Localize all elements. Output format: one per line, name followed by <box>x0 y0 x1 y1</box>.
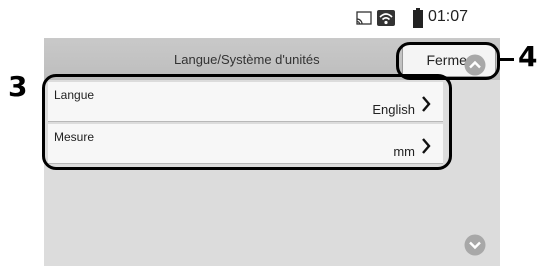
callout-number-list: 3 <box>8 70 28 103</box>
cast-icon <box>356 11 372 30</box>
clock: 01:07 <box>428 8 469 25</box>
page-title: Langue/Système d'unités <box>174 52 320 67</box>
callout-frame-close <box>396 42 500 80</box>
wifi-icon <box>376 9 396 32</box>
callout-frame-list <box>42 74 452 170</box>
callout-number-close: 4 <box>518 40 538 73</box>
status-bar: 01:07 <box>44 0 500 38</box>
battery-icon <box>412 8 424 33</box>
scroll-down-icon[interactable] <box>464 234 486 261</box>
callout-leader-line <box>500 58 514 61</box>
